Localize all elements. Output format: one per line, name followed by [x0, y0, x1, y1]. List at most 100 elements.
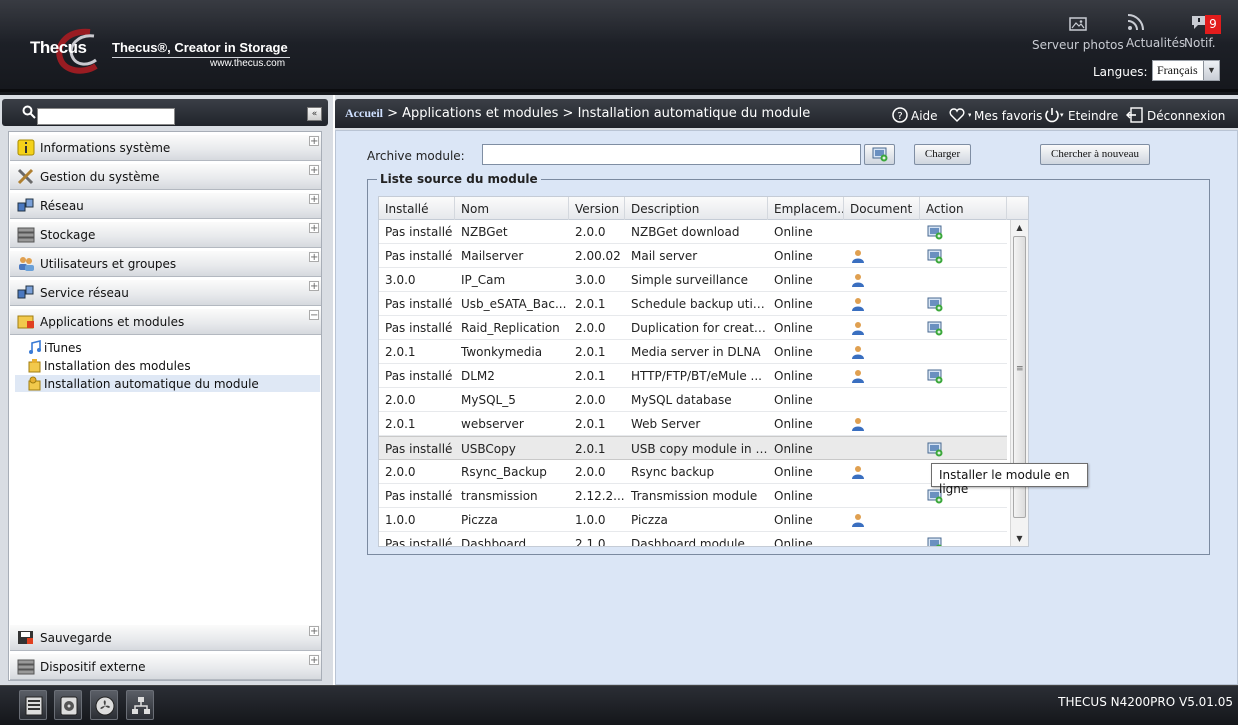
- footer-network-button[interactable]: [126, 690, 154, 720]
- column-header[interactable]: Installé: [379, 197, 455, 220]
- logo-text: Thecus: [30, 38, 87, 57]
- table-row[interactable]: Pas installé DLM2 2.0.1 HTTP/FTP/BT/eMule .…: [379, 364, 1007, 388]
- cell-version: 1.0.0: [575, 513, 606, 527]
- expand-icon[interactable]: +: [309, 223, 319, 234]
- breadcrumb-home-link[interactable]: Accueil: [345, 106, 383, 120]
- sidebar-subitem-auto-install[interactable]: Installation automatique du module: [15, 375, 320, 392]
- archive-module-input[interactable]: [482, 144, 861, 165]
- install-module-icon[interactable]: [927, 442, 943, 457]
- table-row[interactable]: 2.0.0 MySQL_5 2.0.0 MySQL database Online: [379, 388, 1007, 412]
- cell-name: Usb_eSATA_Bac...: [461, 297, 567, 311]
- install-module-icon[interactable]: [927, 297, 943, 312]
- document-user-icon[interactable]: [851, 417, 865, 431]
- sidebar-item-label: Sauvegarde: [40, 631, 112, 645]
- document-user-icon[interactable]: [851, 369, 865, 383]
- sidebar-item-external-device[interactable]: Dispositif externe +: [10, 654, 321, 680]
- app-header: Thecus Thecus®, Creator in Storage www.t…: [0, 0, 1238, 95]
- document-user-icon[interactable]: [851, 321, 865, 335]
- language-select[interactable]: Français ▼: [1152, 60, 1220, 81]
- sidebar-item-users-groups[interactable]: Utilisateurs et groupes +: [10, 251, 321, 277]
- column-header[interactable]: Nom: [455, 197, 569, 220]
- sidebar-item-system-management[interactable]: Gestion du système +: [10, 164, 321, 190]
- table-row[interactable]: 2.0.1 Twonkymedia 2.0.1 Media server in DLN…: [379, 340, 1007, 364]
- install-module-icon[interactable]: [927, 249, 943, 264]
- collapse-sidebar-button[interactable]: «: [307, 107, 322, 121]
- document-user-icon[interactable]: [851, 345, 865, 359]
- sidebar-item-network[interactable]: Réseau +: [10, 193, 321, 219]
- sidebar-subitem-label: Installation automatique du module: [44, 377, 259, 391]
- expand-icon[interactable]: +: [309, 655, 319, 666]
- collapse-icon[interactable]: −: [309, 310, 319, 321]
- sidebar-item-backup[interactable]: Sauvegarde +: [10, 625, 321, 651]
- cell-description: Piczza: [631, 513, 668, 527]
- cell-version: 2.0.1: [575, 369, 606, 383]
- shutdown-button[interactable]: ▾ Eteindre: [1043, 107, 1118, 123]
- cell-installed: 2.0.1: [385, 345, 416, 359]
- sidebar-item-label: Gestion du système: [40, 170, 160, 184]
- expand-icon[interactable]: +: [309, 194, 319, 205]
- document-user-icon[interactable]: [851, 465, 865, 479]
- table-row[interactable]: Pas installé Usb_eSATA_Bac... 2.0.1 Schedul…: [379, 292, 1007, 316]
- users-icon: [19, 257, 34, 271]
- browse-button[interactable]: [864, 144, 895, 165]
- table-row[interactable]: Pas installé USBCopy 2.0.1 USB copy module …: [379, 436, 1007, 460]
- footer-disk-button[interactable]: [54, 690, 82, 720]
- grid-body: Pas installé NZBGet 2.0.0 NZBGet download On…: [379, 220, 1007, 547]
- scroll-up-icon[interactable]: ▲: [1011, 220, 1028, 235]
- column-header[interactable]: Action: [920, 197, 1007, 220]
- table-row[interactable]: Pas installé Mailserver 2.00.02 Mail server…: [379, 244, 1007, 268]
- language-value: Français: [1157, 63, 1198, 77]
- table-row[interactable]: 1.0.0 Piczza 1.0.0 Piczza Online: [379, 508, 1007, 532]
- module-source-fieldset: Liste source du module Installé Nom Vers…: [367, 172, 1210, 555]
- footer-fan-button[interactable]: [90, 690, 118, 720]
- expand-icon[interactable]: +: [309, 165, 319, 176]
- install-module-icon[interactable]: [927, 369, 943, 384]
- sidebar-subitem-module-install[interactable]: Installation des modules: [15, 357, 320, 374]
- breadcrumb-path: > Applications et modules > Installation…: [383, 106, 811, 121]
- column-header[interactable]: Version: [569, 197, 625, 220]
- favorites-button[interactable]: ▾ Mes favoris: [949, 107, 1042, 123]
- table-row[interactable]: Pas installé Dashboard 2.1.0 Dashboard modu…: [379, 532, 1007, 547]
- expand-icon[interactable]: +: [309, 136, 319, 147]
- document-user-icon[interactable]: [851, 513, 865, 527]
- sidebar-search-input[interactable]: [37, 108, 175, 125]
- table-row[interactable]: 2.0.0 Rsync_Backup 2.0.0 Rsync backup Online: [379, 460, 1007, 484]
- cell-installed: 1.0.0: [385, 513, 416, 527]
- table-row[interactable]: 2.0.1 webserver 2.0.1 Web Server Online: [379, 412, 1007, 436]
- expand-icon[interactable]: +: [309, 626, 319, 637]
- help-button[interactable]: ? Aide: [892, 107, 938, 123]
- column-header[interactable]: Description: [625, 197, 768, 220]
- sidebar-item-apps-modules[interactable]: Applications et modules −: [10, 309, 321, 335]
- column-header[interactable]: Emplacem...: [768, 197, 844, 220]
- sidebar-item-network-service[interactable]: Service réseau +: [10, 280, 321, 306]
- sidebar-item-storage[interactable]: Stockage +: [10, 222, 321, 248]
- power-icon: ▾: [1045, 108, 1064, 123]
- document-user-icon[interactable]: [851, 249, 865, 263]
- cell-installed: Pas installé: [385, 297, 453, 311]
- cell-installed: Pas installé: [385, 442, 453, 456]
- footer-server-button[interactable]: [19, 690, 47, 720]
- sidebar-item-system-info[interactable]: Informations système +: [10, 135, 321, 161]
- document-user-icon[interactable]: [851, 273, 865, 287]
- logout-button[interactable]: Déconnexion: [1126, 107, 1225, 123]
- table-row[interactable]: Pas installé transmission 2.12.2... Transmi…: [379, 484, 1007, 508]
- install-module-icon[interactable]: [927, 225, 943, 240]
- vertical-scrollbar[interactable]: ▲ ≡ ▼: [1010, 220, 1028, 546]
- search-again-button[interactable]: Chercher à nouveau: [1040, 144, 1150, 165]
- photo-server-button[interactable]: Serveur photos: [1032, 14, 1124, 52]
- chevron-down-icon[interactable]: ▼: [1203, 61, 1219, 80]
- install-module-icon[interactable]: [927, 537, 943, 547]
- table-row[interactable]: Pas installé NZBGet 2.0.0 NZBGet download On…: [379, 220, 1007, 244]
- cell-name: webserver: [461, 417, 524, 431]
- expand-icon[interactable]: +: [309, 281, 319, 292]
- expand-icon[interactable]: +: [309, 252, 319, 263]
- sidebar-subitem-itunes[interactable]: iTunes: [15, 339, 320, 356]
- document-user-icon[interactable]: [851, 297, 865, 311]
- column-header[interactable]: Document: [844, 197, 920, 220]
- news-button[interactable]: Actualités: [1126, 12, 1185, 50]
- load-button[interactable]: Charger: [914, 144, 971, 165]
- install-module-icon[interactable]: [927, 321, 943, 336]
- scroll-down-icon[interactable]: ▼: [1011, 531, 1028, 546]
- table-row[interactable]: 3.0.0 IP_Cam 3.0.0 Simple surveillance Onlin…: [379, 268, 1007, 292]
- table-row[interactable]: Pas installé Raid_Replication 2.0.0 Duplica…: [379, 316, 1007, 340]
